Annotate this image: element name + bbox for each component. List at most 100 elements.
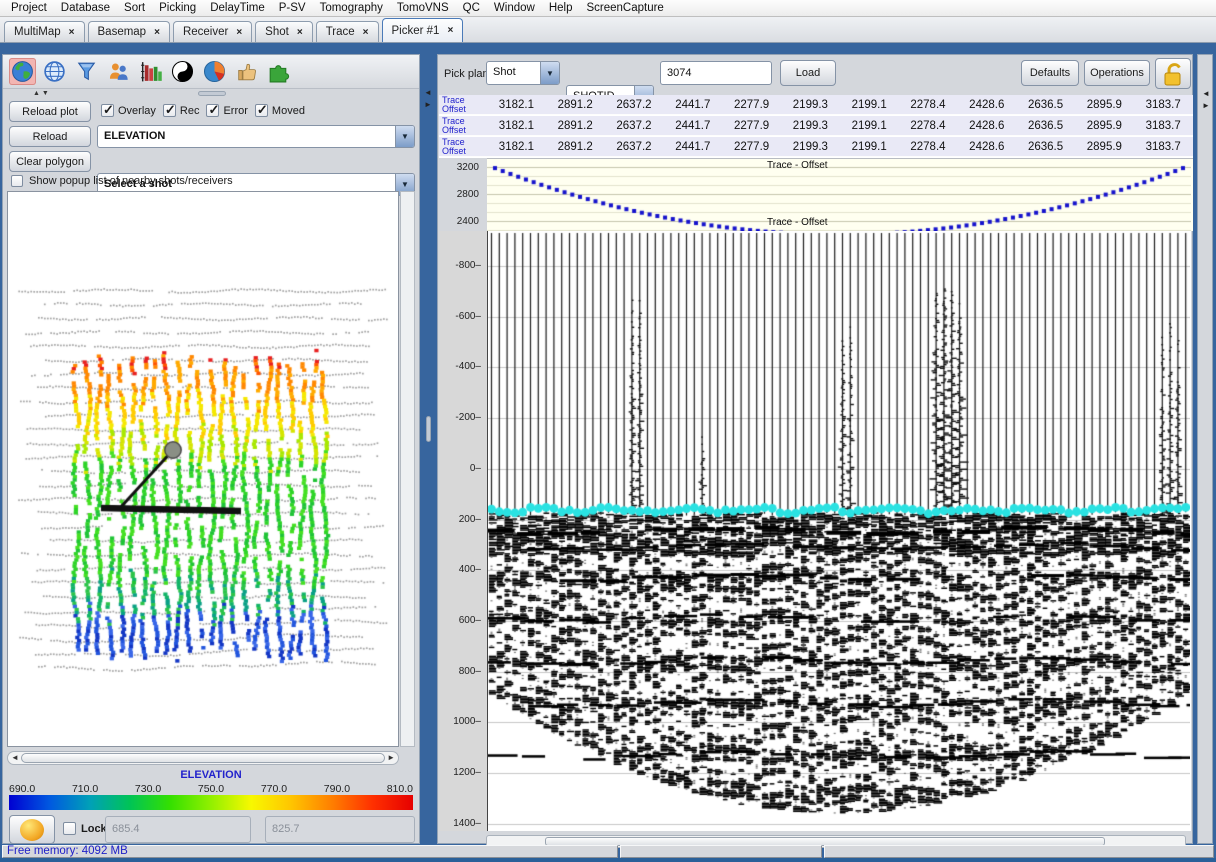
menu-qc[interactable]: QC — [456, 0, 487, 16]
tab-multimap[interactable]: MultiMap× — [4, 21, 85, 42]
lock-checkbox[interactable] — [63, 822, 76, 835]
operations-button[interactable]: Operations — [1084, 60, 1150, 86]
moved-checkbox[interactable] — [255, 104, 268, 117]
menu-tomovns[interactable]: TomoVNS — [390, 0, 456, 16]
center-splitter-handle[interactable] — [426, 416, 431, 442]
menu-picking[interactable]: Picking — [152, 0, 203, 16]
show-popup-checkbox[interactable] — [11, 175, 23, 187]
receiver-map — [7, 191, 399, 747]
offset-value-cell: 2441.7 — [663, 137, 722, 156]
seismic-ytick: 800– — [441, 666, 481, 677]
offset-value-cell: 2277.9 — [722, 95, 781, 114]
splitter-collapse-left-icon[interactable]: ◄ — [424, 88, 432, 97]
seismic-traces-canvas[interactable] — [488, 231, 1190, 831]
close-icon[interactable]: × — [154, 27, 160, 38]
menu-p-sv[interactable]: P-SV — [272, 0, 313, 16]
attribute-dropdown[interactable]: ELEVATION ▼ — [97, 125, 415, 148]
chevron-down-icon[interactable]: ▼ — [540, 62, 559, 84]
offset-value-cell: 2441.7 — [663, 116, 722, 135]
receiver-map-canvas[interactable] — [8, 192, 398, 746]
right-splitter-strip[interactable]: ◄ ► — [1197, 54, 1213, 844]
range-max-field[interactable]: 825.7 — [265, 816, 415, 843]
close-icon[interactable]: × — [363, 27, 369, 38]
map-vertical-scrollbar[interactable] — [400, 191, 415, 747]
offset-value-cell: 2895.9 — [1075, 137, 1134, 156]
splitter-collapse-right-icon[interactable]: ► — [424, 100, 432, 109]
range-min-field[interactable]: 685.4 — [105, 816, 251, 843]
trace-offset-row: TraceOffset3182.12891.22637.22441.72277.… — [439, 137, 1193, 157]
error-checkbox[interactable] — [206, 104, 219, 117]
checkbox-label: Moved — [272, 105, 305, 117]
splitter-collapse-right-icon[interactable]: ► — [1202, 101, 1210, 110]
menu-help[interactable]: Help — [542, 0, 580, 16]
toolbar-collapse-arrows[interactable]: ▲ ▼ — [33, 90, 49, 97]
colorbar-tick: 770.0 — [261, 783, 287, 795]
defaults-button[interactable]: Defaults — [1021, 60, 1079, 86]
pie-chart-icon[interactable] — [201, 58, 228, 85]
seismic-ytick: 600– — [441, 615, 481, 626]
puzzle-icon[interactable] — [265, 58, 292, 85]
offset-value-cell: 2895.9 — [1075, 116, 1134, 135]
shot-id-input[interactable]: 3074 — [660, 61, 772, 85]
scroll-left-icon[interactable]: ◄ — [11, 754, 19, 762]
offset-value-cell: 2428.6 — [957, 116, 1016, 135]
menu-database[interactable]: Database — [54, 0, 117, 16]
thumbs-up-icon[interactable] — [233, 58, 260, 85]
tab-receiver[interactable]: Receiver× — [173, 21, 252, 42]
offset-value-cell: 2199.3 — [781, 137, 840, 156]
pick-plane-dropdown[interactable]: Shot ▼ — [486, 61, 560, 85]
scroll-right-icon[interactable]: ► — [387, 754, 395, 762]
tab-label: Picker #1 — [392, 25, 440, 37]
row-header: TraceOffset — [439, 116, 487, 135]
splitter-collapse-left-icon[interactable]: ◄ — [1202, 89, 1210, 98]
offset-value-cell: 2637.2 — [605, 95, 664, 114]
checkbox-overlay[interactable]: Overlay — [101, 104, 156, 117]
reload-plot-button[interactable]: Reload plot — [9, 101, 91, 122]
close-icon[interactable]: × — [69, 27, 75, 38]
wire-globe-icon[interactable] — [41, 58, 68, 85]
offset-ytick: 3200 — [439, 162, 479, 173]
overlay-checkbox[interactable] — [101, 104, 114, 117]
seismic-ytick: 400– — [441, 564, 481, 575]
yin-yang-icon[interactable] — [169, 58, 196, 85]
tab-shot[interactable]: Shot × — [255, 21, 313, 42]
lock-toggle-button[interactable] — [1155, 58, 1191, 89]
menu-project[interactable]: Project — [4, 0, 54, 16]
checkbox-rec[interactable]: Rec — [163, 104, 200, 117]
tab-label: Trace — [326, 26, 355, 38]
tab-picker-1[interactable]: Picker #1 × — [382, 18, 464, 42]
offset-value-cell: 2895.9 — [1075, 95, 1134, 114]
menu-sort[interactable]: Sort — [117, 0, 152, 16]
clear-polygon-button[interactable]: Clear polygon — [9, 151, 91, 172]
close-icon[interactable]: × — [297, 27, 303, 38]
horizontal-splitter-handle[interactable] — [198, 91, 226, 96]
reload-button[interactable]: Reload — [9, 126, 91, 147]
bar-chart-icon[interactable] — [137, 58, 164, 85]
close-icon[interactable]: × — [236, 27, 242, 38]
ball-color-button[interactable] — [9, 815, 55, 844]
map-horizontal-scrollbar[interactable]: ◄ ► — [7, 751, 399, 765]
menu-tomography[interactable]: Tomography — [313, 0, 390, 16]
load-button[interactable]: Load — [780, 60, 836, 86]
filter-icon[interactable] — [73, 58, 100, 85]
seismic-ytick: -600– — [441, 311, 481, 322]
people-icon[interactable] — [105, 58, 132, 85]
earth-icon[interactable] — [9, 58, 36, 85]
menu-delaytime[interactable]: DelayTime — [203, 0, 272, 16]
popup-checkbox-row: Show popup list of nearby shots/receiver… — [11, 175, 233, 187]
checkbox-moved[interactable]: Moved — [255, 104, 305, 117]
chevron-down-icon[interactable]: ▼ — [395, 126, 414, 147]
menu-screencapture[interactable]: ScreenCapture — [579, 0, 670, 16]
tab-basemap[interactable]: Basemap× — [88, 21, 170, 42]
seismic-plot-area — [487, 231, 1191, 831]
rec-checkbox[interactable] — [163, 104, 176, 117]
center-splitter[interactable]: ◄ ► — [421, 54, 436, 844]
menu-window[interactable]: Window — [487, 0, 542, 16]
tab-label: Shot — [265, 26, 289, 38]
close-icon[interactable]: × — [447, 25, 453, 36]
tab-trace[interactable]: Trace × — [316, 21, 379, 42]
map-scroll-thumb[interactable] — [21, 753, 385, 763]
offset-curve-canvas[interactable] — [487, 159, 1191, 231]
offset-value-cell: 3182.1 — [487, 116, 546, 135]
checkbox-error[interactable]: Error — [206, 104, 247, 117]
